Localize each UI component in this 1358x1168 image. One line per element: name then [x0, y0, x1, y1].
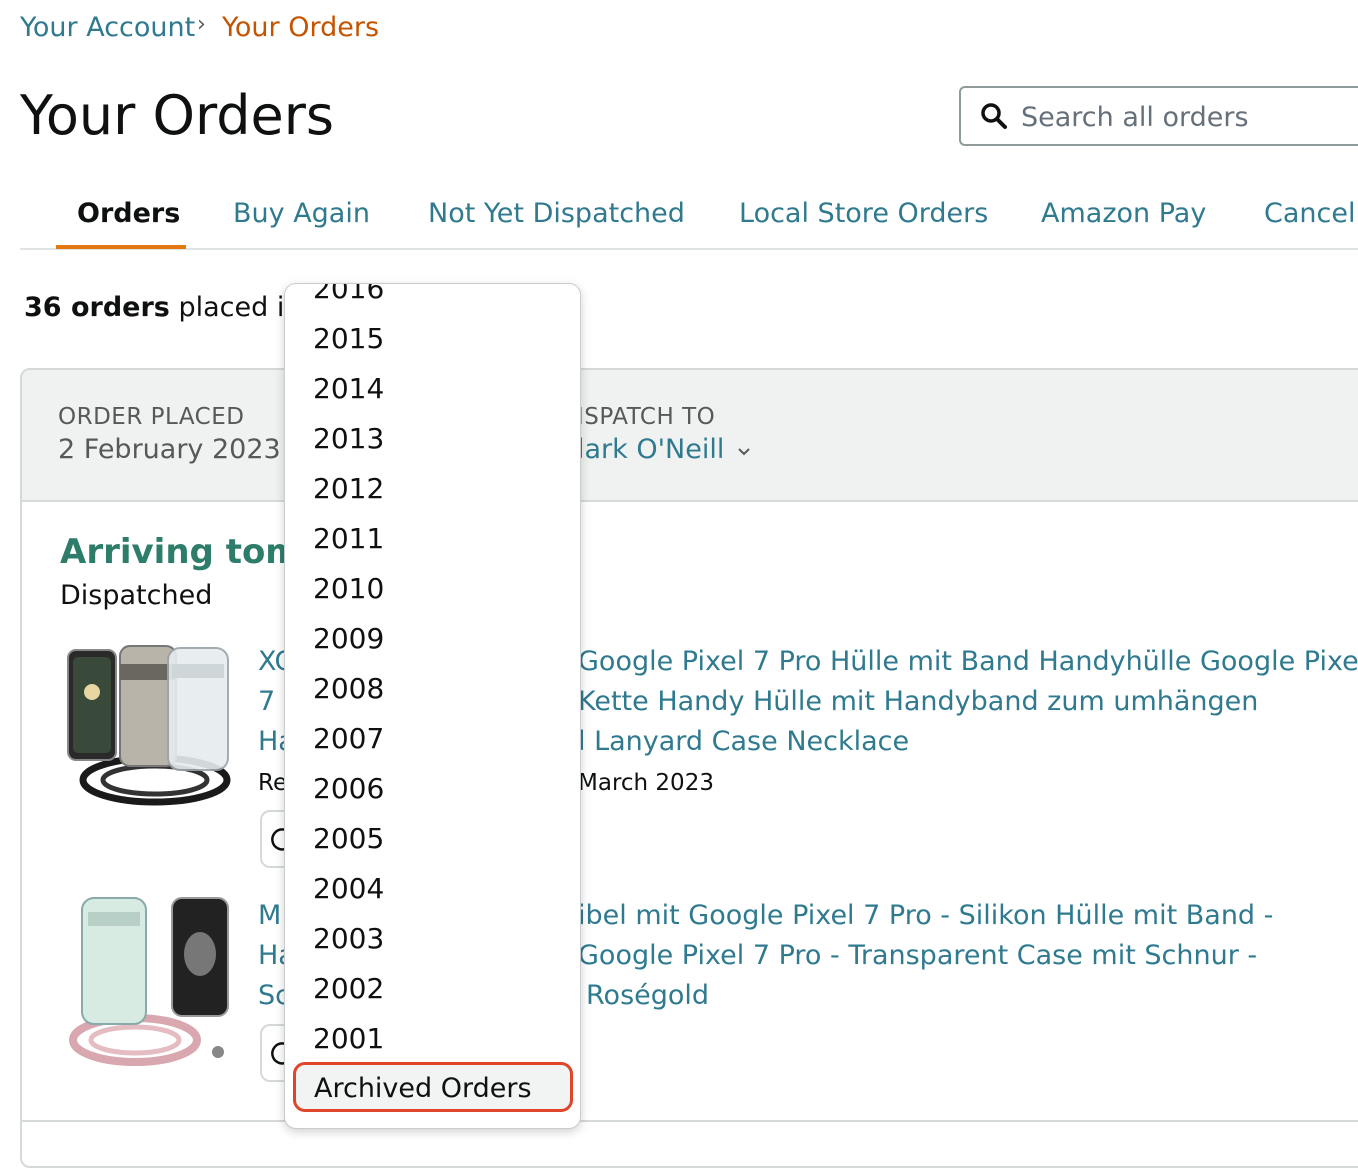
year-option-2015[interactable]: 2015 [313, 322, 384, 355]
year-option-2002[interactable]: 2002 [313, 972, 384, 1005]
search-box[interactable] [959, 86, 1358, 146]
product-image-phone-case-pink-lanyard[interactable] [60, 894, 240, 1074]
year-option-2016[interactable]: 2016 [313, 284, 384, 305]
dispatch-to-label: ISPATCH TO [577, 404, 716, 430]
tab-buy-again[interactable]: Buy Again [233, 198, 370, 229]
product-image-phone-case-black-lanyard[interactable] [60, 642, 240, 822]
search-icon [981, 103, 1007, 129]
archived-orders-option[interactable]: Archived Orders [293, 1062, 573, 1112]
orders-count-number: 36 orders [24, 292, 170, 323]
year-option-2008[interactable]: 2008 [313, 672, 384, 705]
tab-local-store-orders[interactable]: Local Store Orders [739, 198, 988, 229]
orders-count-suffix: placed in [178, 292, 302, 323]
year-option-2013[interactable]: 2013 [313, 422, 384, 455]
year-option-2003[interactable]: 2003 [313, 922, 384, 955]
breadcrumb-separator: › [197, 12, 206, 37]
product-1-line-2-left[interactable]: 7 [258, 682, 275, 722]
year-option-2009[interactable]: 2009 [313, 622, 384, 655]
product-2-title-line-2[interactable]: Google Pixel 7 Pro - Transparent Case mi… [578, 936, 1257, 976]
product-1-return-date: March 2023 [578, 770, 714, 796]
page-title: Your Orders [20, 84, 335, 147]
year-option-2001[interactable]: 2001 [313, 1022, 384, 1055]
product-1-title-line-1[interactable]: Google Pixel 7 Pro Hülle mit Band Handyh… [578, 642, 1358, 682]
chevron-down-icon[interactable] [736, 444, 752, 460]
card-divider [22, 1120, 1358, 1122]
year-option-2004[interactable]: 2004 [313, 872, 384, 905]
active-tab-indicator [56, 245, 186, 249]
year-option-2011[interactable]: 2011 [313, 522, 384, 555]
year-option-2014[interactable]: 2014 [313, 372, 384, 405]
product-2-title-line-3[interactable]: Roségold [586, 976, 709, 1016]
tab-amazon-pay[interactable]: Amazon Pay [1041, 198, 1206, 229]
archived-orders-label: Archived Orders [314, 1073, 532, 1104]
tab-not-yet-dispatched[interactable]: Not Yet Dispatched [428, 198, 685, 229]
tab-orders[interactable]: Orders [77, 198, 180, 229]
product-1-title-line-2[interactable]: Kette Handy Hülle mit Handyband zum umhä… [578, 682, 1258, 722]
year-option-2007[interactable]: 2007 [313, 722, 384, 755]
delivery-status-sub: Dispatched [60, 580, 213, 611]
year-option-2005[interactable]: 2005 [313, 822, 384, 855]
tab-cancelled[interactable]: Cancelle [1264, 198, 1358, 229]
product-2-title-line-1[interactable]: ibel mit Google Pixel 7 Pro - Silikon Hü… [578, 896, 1273, 936]
product-1-meta-left: Re [258, 770, 288, 796]
year-option-2012[interactable]: 2012 [313, 472, 384, 505]
orders-count: 36 orders placed in [24, 292, 301, 323]
dispatch-to-name[interactable]: lark O'Neill [577, 434, 724, 465]
year-option-2006[interactable]: 2006 [313, 772, 384, 805]
tabs-divider [20, 248, 1358, 250]
breadcrumb-your-account[interactable]: Your Account [20, 12, 195, 43]
order-placed-label: ORDER PLACED [58, 404, 245, 430]
order-card: ORDER PLACED 2 February 2023 ISPATCH TO … [20, 368, 1358, 1168]
year-option-2010[interactable]: 2010 [313, 572, 384, 605]
year-filter-dropdown[interactable]: 2016 2015 2014 2013 2012 2011 2010 2009 … [284, 283, 581, 1129]
breadcrumb-your-orders: Your Orders [222, 12, 380, 43]
order-placed-date: 2 February 2023 [58, 434, 281, 465]
product-2-line-1-left[interactable]: M [258, 896, 281, 936]
order-card-header: ORDER PLACED 2 February 2023 ISPATCH TO … [22, 370, 1358, 502]
product-1-title-line-3[interactable]: l Lanyard Case Necklace [578, 722, 909, 762]
search-input[interactable] [1019, 96, 1353, 138]
